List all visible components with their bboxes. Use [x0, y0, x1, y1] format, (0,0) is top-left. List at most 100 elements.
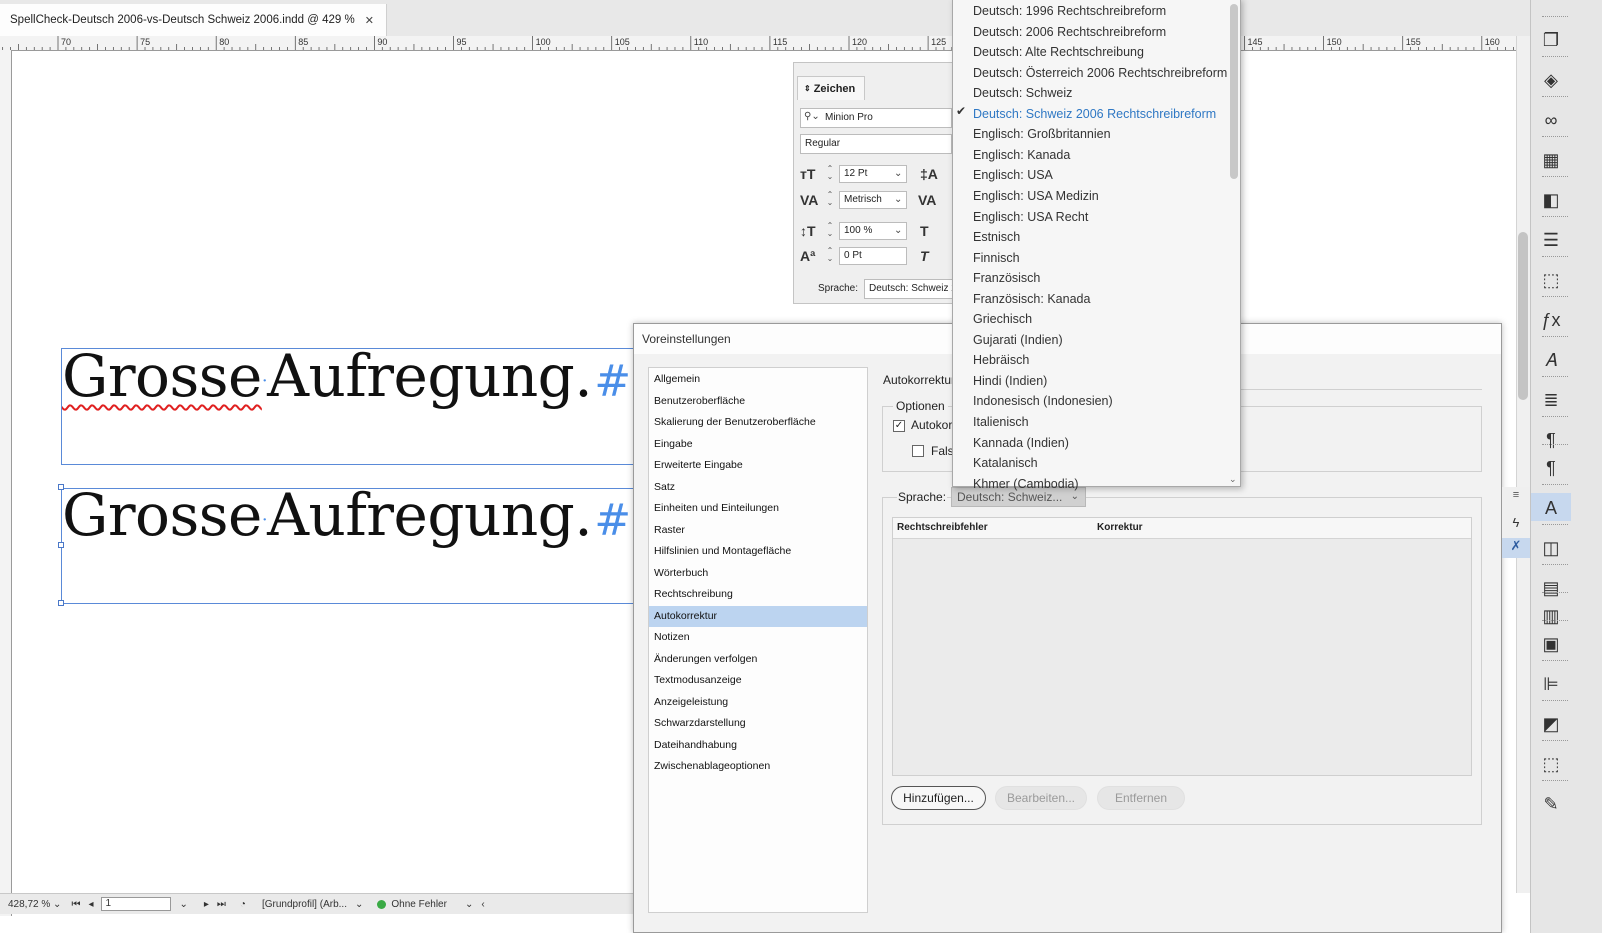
cc-libraries-icon[interactable]: ⬚: [1537, 268, 1565, 292]
preflight-menu-icon[interactable]: ⌄: [465, 899, 473, 910]
nav-item[interactable]: Notizen: [649, 627, 867, 648]
dock-grip[interactable]: [1542, 564, 1568, 568]
language-option[interactable]: Deutsch: Alte Rechtschreibung: [973, 42, 1228, 62]
character-styles-icon[interactable]: 𝐴: [1537, 348, 1565, 372]
language-option[interactable]: Englisch: USA Recht: [973, 207, 1228, 227]
nav-item[interactable]: Schwarzdarstellung: [649, 713, 867, 734]
language-option[interactable]: Deutsch: 2006 Rechtschreibreform: [973, 22, 1228, 42]
language-option[interactable]: Hindi (Indien): [973, 371, 1228, 391]
panel-menu-icon[interactable]: ≡: [1502, 489, 1530, 509]
panel-collapse-icon[interactable]: ⇕: [804, 84, 811, 93]
horizontal-ruler[interactable]: 7075808590951001051101151201251301351401…: [0, 36, 1530, 51]
nav-item[interactable]: Zwischenablageoptionen: [649, 756, 867, 777]
nav-item[interactable]: Skalierung der Benutzeroberfläche: [649, 412, 867, 433]
profile-dropdown-icon[interactable]: ⌄: [355, 899, 363, 910]
dock-grip[interactable]: [1542, 740, 1568, 744]
paragraph-align-icon[interactable]: ≣: [1537, 388, 1565, 412]
dock-grip[interactable]: [1542, 136, 1568, 140]
nav-item[interactable]: Änderungen verfolgen: [649, 649, 867, 670]
cell-styles-icon[interactable]: ▣: [1537, 632, 1565, 656]
font-size-stepper[interactable]: ⌃ ⌄: [824, 165, 836, 183]
kerning-stepper[interactable]: ⌃ ⌄: [824, 191, 836, 209]
language-option[interactable]: Französisch: Kanada: [973, 289, 1228, 309]
language-option[interactable]: Deutsch: Schweiz: [973, 83, 1228, 103]
language-option[interactable]: Khmer (Cambodia): [973, 474, 1228, 494]
dock-grip[interactable]: [1542, 660, 1568, 664]
language-option[interactable]: Kannada (Indien): [973, 433, 1228, 453]
object-styles-icon[interactable]: ◫: [1537, 536, 1565, 560]
language-option[interactable]: Hebräisch: [973, 350, 1228, 370]
dock-grip[interactable]: [1542, 524, 1568, 528]
capitalization-checkbox[interactable]: [912, 445, 924, 457]
dock-grip[interactable]: [1542, 416, 1568, 420]
language-option[interactable]: Italienisch: [973, 412, 1228, 432]
last-page-button[interactable]: ⏭: [217, 899, 226, 910]
add-button[interactable]: Hinzufügen...: [891, 786, 986, 810]
language-option[interactable]: Finnisch: [973, 248, 1228, 268]
dock-grip[interactable]: [1542, 296, 1568, 300]
text-line-1[interactable]: Grosse·Aufregung.#: [62, 342, 631, 410]
character-panel-tab[interactable]: ⇕ Zeichen: [797, 76, 865, 100]
chevron-down-icon[interactable]: ⌄: [894, 225, 902, 236]
page-dropdown-icon[interactable]: ⌄: [179, 899, 187, 910]
tools-icon[interactable]: ✗: [1502, 538, 1530, 558]
language-option[interactable]: Estnisch: [973, 227, 1228, 247]
nav-item[interactable]: Eingabe: [649, 434, 867, 455]
dock-grip[interactable]: [1542, 700, 1568, 704]
dock-grip[interactable]: [1542, 592, 1568, 596]
dock-grip[interactable]: [1542, 216, 1568, 220]
stroke-icon[interactable]: ☰: [1537, 228, 1565, 252]
dock-grip[interactable]: [1542, 620, 1568, 624]
table-icon[interactable]: ▤: [1537, 576, 1565, 600]
dock-grip[interactable]: [1542, 376, 1568, 380]
nav-item[interactable]: Dateihandhabung: [649, 735, 867, 756]
zoom-field[interactable]: 428,72 % ⌄: [8, 899, 61, 910]
dock-grip[interactable]: [1542, 780, 1568, 784]
language-option[interactable]: Katalanisch: [973, 453, 1228, 473]
baseline-shift-field[interactable]: 0 Pt: [839, 247, 907, 265]
nav-item[interactable]: Erweiterte Eingabe: [649, 455, 867, 476]
dropdown-scrollbar-thumb[interactable]: [1230, 4, 1238, 179]
align-icon[interactable]: ⊫: [1537, 672, 1565, 696]
nav-item[interactable]: Satz: [649, 477, 867, 498]
autocorrect-table[interactable]: [892, 517, 1472, 776]
pages-icon[interactable]: ❐: [1537, 28, 1565, 52]
nav-item[interactable]: Hilfslinien und Montagefläche: [649, 541, 867, 562]
swatches-icon[interactable]: ▦: [1537, 148, 1565, 172]
language-option[interactable]: Englisch: USA: [973, 165, 1228, 185]
first-page-button[interactable]: ⏮: [71, 899, 80, 910]
dock-grip[interactable]: [1542, 484, 1568, 488]
lightning-icon[interactable]: ϟ: [1502, 515, 1530, 535]
page-number-field[interactable]: 1: [101, 897, 172, 911]
scroll-left-icon[interactable]: ‹: [481, 899, 484, 910]
chevron-down-icon[interactable]: ⌄: [894, 194, 902, 205]
text-line-2[interactable]: Grosse·Aufregung.#: [62, 481, 631, 549]
language-option[interactable]: Deutsch: 1996 Rechtschreibreform: [973, 1, 1228, 21]
language-option[interactable]: Englisch: Kanada: [973, 145, 1228, 165]
nav-item[interactable]: Anzeigeleistung: [649, 692, 867, 713]
font-family-field[interactable]: Minion Pro: [800, 108, 952, 128]
language-option[interactable]: Deutsch: Österreich 2006 Rechtschreibref…: [973, 63, 1228, 83]
baseline-shift-stepper[interactable]: ⌃ ⌄: [824, 247, 836, 265]
language-option[interactable]: Englisch: USA Medizin: [973, 186, 1228, 206]
character-icon[interactable]: A: [1537, 496, 1565, 520]
vertical-ruler[interactable]: [0, 50, 12, 916]
edit-button[interactable]: Bearbeiten...: [995, 786, 1087, 810]
remove-button[interactable]: Entfernen: [1097, 786, 1185, 810]
dock-grip[interactable]: [1542, 256, 1568, 260]
dock-grip[interactable]: [1542, 444, 1568, 448]
language-option[interactable]: Englisch: Großbritannien: [973, 124, 1228, 144]
language-option[interactable]: Gujarati (Indien): [973, 330, 1228, 350]
language-option[interactable]: Deutsch: Schweiz 2006 Rechtschreibreform: [973, 104, 1228, 124]
table-styles-icon[interactable]: ▥: [1537, 604, 1565, 628]
dock-grip[interactable]: [1542, 96, 1568, 100]
language-field[interactable]: Deutsch: Schweiz 2: [864, 279, 954, 299]
nav-item[interactable]: Wörterbuch: [649, 563, 867, 584]
vertical-scrollbar[interactable]: [1516, 36, 1531, 893]
nav-item[interactable]: Benutzeroberfläche: [649, 391, 867, 412]
document-tab[interactable]: SpellCheck-Deutsch 2006-vs-Deutsch Schwe…: [0, 4, 387, 36]
vertical-scale-stepper[interactable]: ⌃ ⌄: [824, 222, 836, 240]
chevron-down-icon[interactable]: ⌄: [894, 168, 902, 179]
frame-handle[interactable]: [58, 600, 64, 606]
nav-item[interactable]: Rechtschreibung: [649, 584, 867, 605]
